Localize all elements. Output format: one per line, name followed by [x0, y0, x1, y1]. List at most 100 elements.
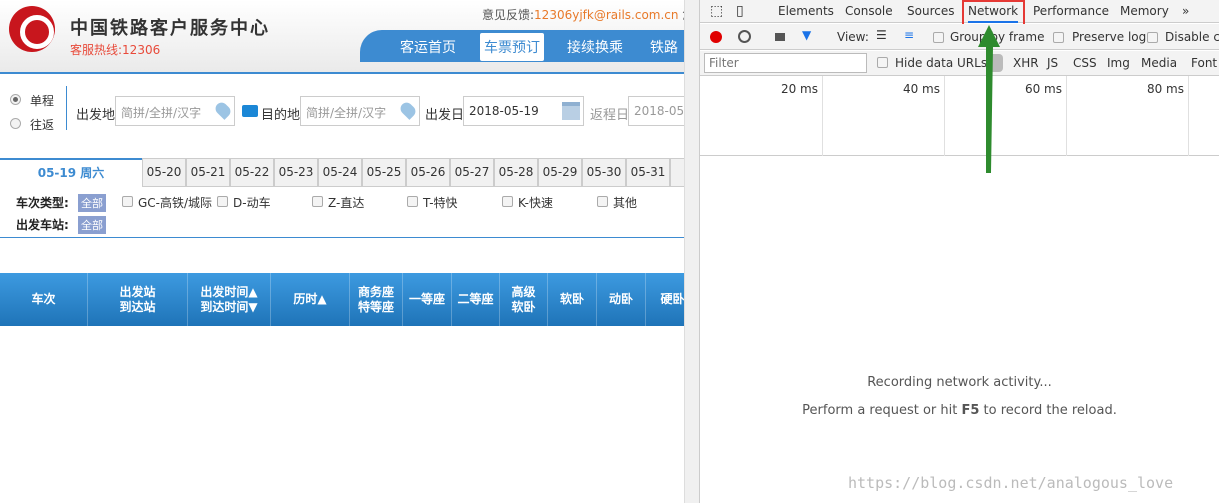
devtools-tab-memory[interactable]: Memory: [1120, 4, 1169, 18]
date-tab[interactable]: 05-24: [318, 158, 362, 187]
device-toolbar-icon[interactable]: ▯: [736, 3, 744, 19]
record-icon[interactable]: [710, 31, 722, 43]
table-header-cell[interactable]: 高级 软卧: [500, 273, 548, 326]
table-header-cell[interactable]: 历时▲: [271, 273, 350, 326]
date-tab[interactable]: 05-22: [230, 158, 274, 187]
train-type-label: K-快速: [518, 196, 553, 210]
depart-date-input[interactable]: 2018-05-19: [463, 96, 584, 126]
round-trip-radio[interactable]: [10, 118, 21, 129]
train-type-checkbox[interactable]: [122, 196, 133, 207]
swap-icon[interactable]: [242, 105, 258, 117]
date-tab[interactable]: 05-23: [274, 158, 318, 187]
resource-type-filter[interactable]: Img: [1107, 56, 1130, 70]
train-type-label: T-特快: [423, 196, 458, 210]
nav-booking[interactable]: 车票预订: [480, 33, 544, 61]
table-header-cell[interactable]: 软卧: [548, 273, 597, 326]
watermark: https://blog.csdn.net/analogous_love: [848, 474, 1174, 492]
feedback: 意见反馈:12306yjfk@rails.com.cn 您: [482, 6, 684, 23]
date-tab[interactable]: 05-26: [406, 158, 450, 187]
train-type-checkbox[interactable]: [312, 196, 323, 207]
from-label: 出发地: [76, 108, 116, 123]
train-type-label: 车次类型:: [16, 196, 69, 210]
nav-transfer[interactable]: 接续换乘: [567, 37, 623, 57]
list-view-icon[interactable]: ☰: [876, 28, 887, 42]
inspect-icon[interactable]: ⬚: [710, 3, 723, 19]
devtools-panel: ⬚ ▯ Elements Console Sources Network Perform…: [700, 0, 1219, 503]
return-date-input[interactable]: 2018-05-: [628, 96, 684, 126]
date-tabs: 05-19 周六 05-20 05-21 05-22 05-23 05-24 05-25 0…: [0, 157, 684, 188]
group-by-frame-checkbox[interactable]: [933, 32, 944, 43]
waterfall-view-icon[interactable]: ≡: [904, 28, 914, 42]
recording-message: Recording network activity...: [867, 375, 1052, 390]
from-input[interactable]: 简拼/全拼/汉字: [115, 96, 235, 126]
resource-type-filter[interactable]: JS: [1047, 56, 1058, 70]
hide-data-urls-checkbox[interactable]: [877, 57, 888, 68]
date-tab[interactable]: 0: [670, 158, 684, 187]
one-way-radio[interactable]: [10, 94, 21, 105]
train-type-checkbox[interactable]: [502, 196, 513, 207]
disable-cache-label: Disable ca: [1165, 30, 1219, 44]
reload-hint: Perform a request or hit F5 to record th…: [700, 403, 1219, 418]
resource-type-filter[interactable]: Font: [1191, 56, 1217, 70]
date-tab[interactable]: 05-28: [494, 158, 538, 187]
date-tab[interactable]: 05-30: [582, 158, 626, 187]
filter-icon[interactable]: ▼: [802, 28, 811, 42]
resource-type-filter[interactable]: XHR: [1013, 56, 1039, 70]
to-input[interactable]: 简拼/全拼/汉字: [300, 96, 420, 126]
date-tab[interactable]: 05-25: [362, 158, 406, 187]
devtools-tab-elements[interactable]: Elements: [778, 4, 834, 18]
train-type-all[interactable]: 全部: [78, 194, 106, 212]
filter-input[interactable]: [704, 53, 867, 73]
railway-logo[interactable]: [9, 6, 55, 52]
calendar-icon[interactable]: [562, 102, 580, 120]
date-tab[interactable]: 05-20: [142, 158, 186, 187]
clear-icon[interactable]: [738, 30, 751, 43]
return-label: 返程日: [590, 108, 630, 123]
train-type-checkbox[interactable]: [407, 196, 418, 207]
table-header-cell[interactable]: 出发站 到达站: [88, 273, 188, 326]
date-tab[interactable]: 05-27: [450, 158, 494, 187]
devtools-tab-[interactable]: »: [1182, 4, 1189, 18]
timeline-tick: 40 ms: [902, 82, 940, 96]
train-type-label: 其他: [613, 196, 638, 210]
scrollbar[interactable]: [684, 0, 700, 503]
date-tab[interactable]: 05-29: [538, 158, 582, 187]
to-label: 目的地: [261, 108, 301, 123]
table-header-cell[interactable]: 出发时间▲ 到达时间▼: [188, 273, 271, 326]
timeline-gridline: [1188, 76, 1189, 156]
devtools-tab-performance[interactable]: Performance: [1033, 4, 1109, 18]
round-trip-label: 往返: [30, 118, 55, 132]
resource-type-filter[interactable]: CSS: [1073, 56, 1097, 70]
timeline-overview: 20 ms 40 ms 60 ms 80 ms: [700, 76, 1219, 156]
devtools-tab-sources[interactable]: Sources: [907, 4, 954, 18]
divider: [0, 72, 684, 74]
table-header-cell[interactable]: 动卧: [597, 273, 646, 326]
from-placeholder: 简拼/全拼/汉字: [121, 106, 202, 120]
results-table-header: 车次 出发站 到达站 出发时间▲ 到达时间▼ 历时▲ 商务座 特等座 一等座 二等座 高级 软…: [0, 273, 684, 326]
date-tab[interactable]: 05-31: [626, 158, 670, 187]
to-placeholder: 简拼/全拼/汉字: [306, 106, 387, 120]
table-header-cell[interactable]: 一等座: [403, 273, 452, 326]
feedback-email[interactable]: 12306yjfk@rails.com.cn: [534, 8, 678, 22]
nav-railway[interactable]: 铁路: [650, 37, 678, 57]
devtools-tab-console[interactable]: Console: [845, 4, 893, 18]
nav-home[interactable]: 客运首页: [400, 37, 456, 57]
train-type-checkbox[interactable]: [217, 196, 228, 207]
train-type-checkbox[interactable]: [597, 196, 608, 207]
resource-type-filter[interactable]: Media: [1141, 56, 1177, 70]
timeline-gridline: [822, 76, 823, 156]
return-date: 2018-05-: [634, 104, 684, 118]
table-header-cell[interactable]: 车次: [0, 273, 88, 326]
camera-icon[interactable]: [775, 33, 785, 41]
one-way-label: 单程: [30, 94, 55, 108]
date-tab[interactable]: 05-21: [186, 158, 230, 187]
table-header-cell[interactable]: 二等座: [452, 273, 500, 326]
disable-cache-checkbox[interactable]: [1147, 32, 1158, 43]
date-tab-active[interactable]: 05-19 周六: [0, 158, 142, 188]
station-label: 出发车站:: [16, 218, 69, 232]
table-header-cell[interactable]: 商务座 特等座: [350, 273, 403, 326]
station-all[interactable]: 全部: [78, 216, 106, 234]
preserve-log-checkbox[interactable]: [1053, 32, 1064, 43]
reload-hint-pre: Perform a request or hit: [802, 403, 962, 418]
table-header-cell[interactable]: 硬卧: [646, 273, 684, 326]
